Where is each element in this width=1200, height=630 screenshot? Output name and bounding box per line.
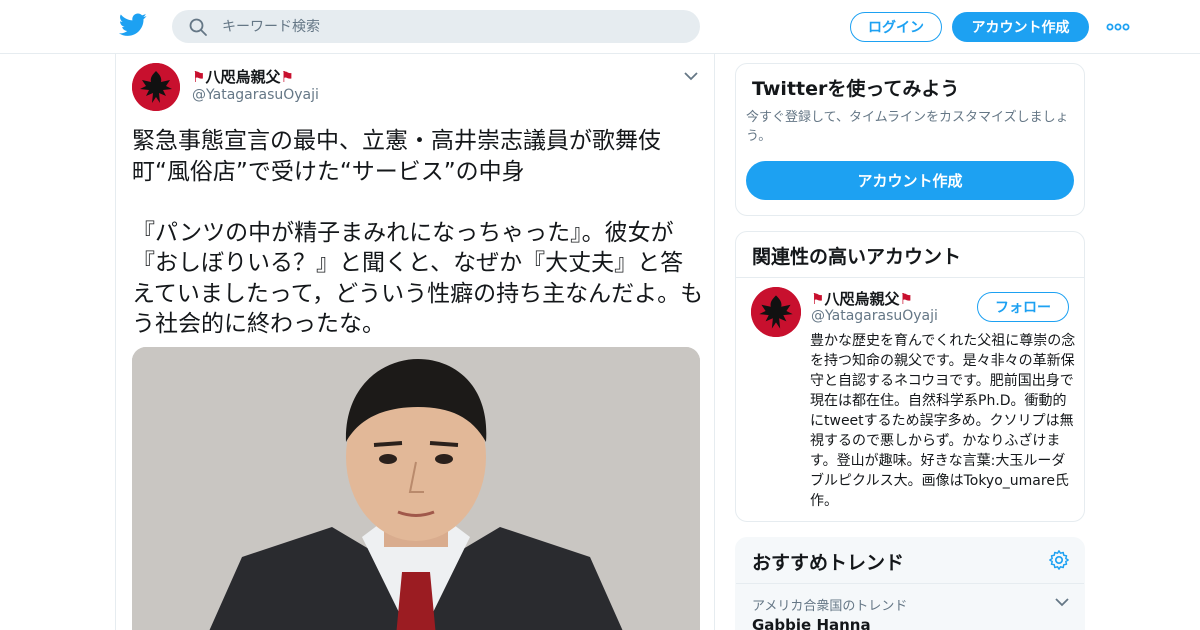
divider	[736, 583, 1084, 584]
crow-emblem-icon	[751, 287, 801, 337]
account-bio: 豊かな歴史を育んでくれた父祖に尊崇の念を持つ知命の親父です。是々非々の革新保守と…	[810, 333, 1076, 509]
flag-emoji-icon: ⚑	[192, 68, 206, 86]
tweet-permalink: ⚑八咫烏親父⚑ @YatagarasuOyaji 緊急事態宣言の最中、立憲・高井…	[115, 54, 715, 630]
search-icon	[189, 18, 207, 36]
chevron-down-icon[interactable]	[1054, 596, 1070, 608]
top-navigation-bar: ログイン アカウント作成	[0, 0, 1200, 54]
portrait-photo	[132, 347, 700, 630]
author-name[interactable]: ⚑八咫烏親父⚑	[192, 66, 294, 87]
divider	[736, 277, 1084, 278]
author-handle[interactable]: @YatagarasuOyaji	[192, 87, 319, 103]
flag-emoji-icon: ⚑	[280, 68, 294, 86]
account-avatar[interactable]	[751, 287, 801, 337]
account-name-text: 八咫烏親父	[824, 290, 900, 308]
search-bar[interactable]	[172, 10, 700, 43]
trends-card: おすすめトレンド アメリカ合衆国のトレンド Gabbie Hanna	[735, 537, 1085, 630]
twitter-bird-logo-icon[interactable]	[119, 13, 147, 37]
gear-icon[interactable]	[1048, 549, 1070, 571]
card-title: おすすめトレンド	[752, 552, 905, 574]
crow-emblem-icon	[132, 63, 180, 111]
chevron-down-icon[interactable]	[682, 69, 700, 83]
signup-prompt-card: Twitterを使ってみよう 今すぐ登録して、タイムラインをカスタマイズしましょ…	[735, 63, 1085, 216]
card-title: 関連性の高いアカウント	[752, 246, 962, 268]
login-button[interactable]: ログイン	[850, 12, 942, 42]
trend-name[interactable]: Gabbie Hanna	[752, 616, 871, 630]
trend-context: アメリカ合衆国のトレンド	[752, 599, 908, 614]
search-input[interactable]	[222, 10, 682, 43]
tweet-text: 緊急事態宣言の最中、立憲・高井崇志議員が歌舞伎町“風俗店”で受けた“サービス”の…	[132, 128, 704, 337]
related-accounts-card: 関連性の高いアカウント ⚑八咫烏親父⚑ @YatagarasuOyaji フォロ…	[735, 231, 1085, 522]
flag-emoji-icon: ⚑	[811, 290, 825, 308]
tweet-photo[interactable]	[132, 347, 700, 630]
card-description: 今すぐ登録して、タイムラインをカスタマイズしましょう。	[746, 110, 1069, 144]
account-name[interactable]: ⚑八咫烏親父⚑	[811, 288, 913, 309]
more-options-icon[interactable]	[1106, 17, 1130, 37]
flag-emoji-icon: ⚑	[899, 290, 913, 308]
author-name-text: 八咫烏親父	[205, 68, 281, 86]
signup-button[interactable]: アカウント作成	[952, 12, 1089, 42]
author-avatar[interactable]	[132, 63, 180, 111]
card-title: Twitterを使ってみよう	[752, 78, 960, 100]
follow-button[interactable]: フォロー	[977, 292, 1069, 322]
create-account-button[interactable]: アカウント作成	[746, 161, 1074, 200]
account-handle[interactable]: @YatagarasuOyaji	[811, 308, 938, 324]
